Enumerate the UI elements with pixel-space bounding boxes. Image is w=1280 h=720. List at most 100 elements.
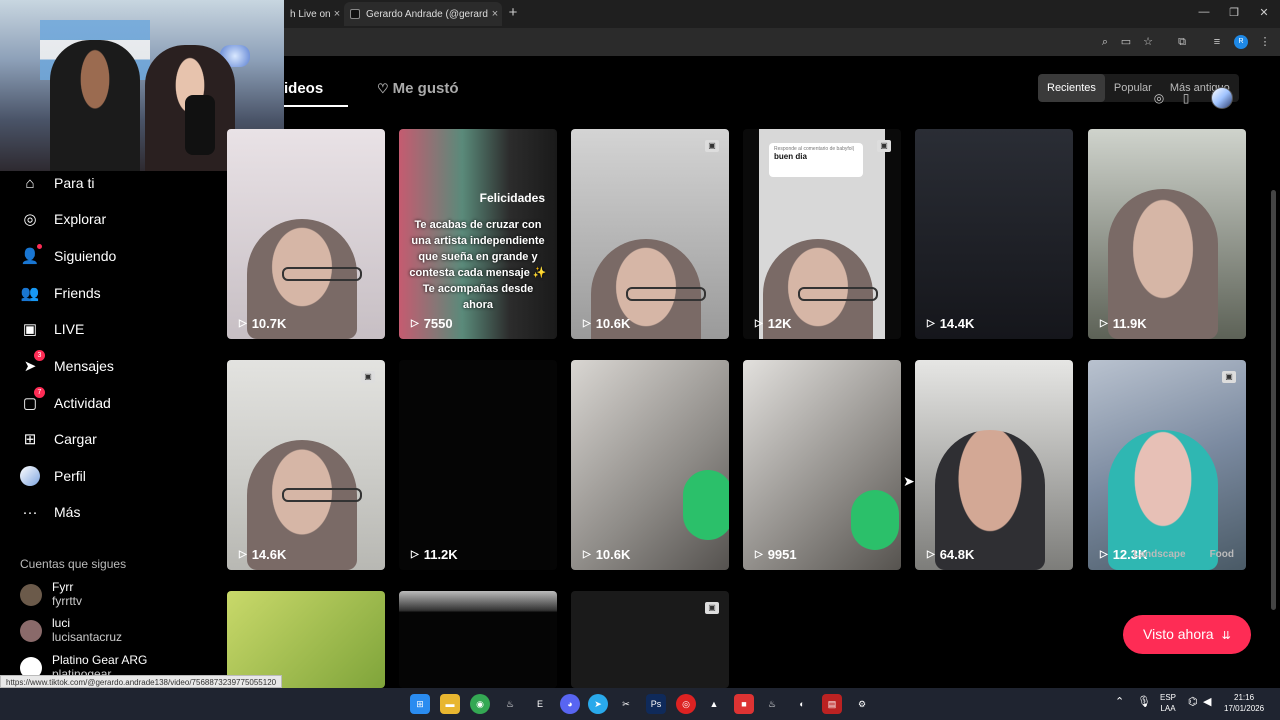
settings-gear-icon[interactable]: ⚙ [852, 694, 872, 714]
browser-menu-icon[interactable]: ⋮ [1257, 34, 1273, 50]
steam-icon[interactable]: ♨ [500, 694, 520, 714]
sidebar-item-perfil[interactable]: Perfil [20, 464, 86, 488]
sidebar-item-friends[interactable]: 👥 Friends [20, 281, 101, 305]
browser-profile-icon[interactable]: R [1234, 35, 1248, 49]
sidebar-item-actividad[interactable]: ▢ 7 Actividad [20, 387, 111, 415]
minimize-button[interactable]: — [1196, 6, 1212, 18]
video-thumbnail[interactable]: ▣ [571, 591, 729, 688]
close-tab-icon[interactable]: × [488, 8, 502, 20]
tray-chevron-icon[interactable]: ⌃ [1115, 697, 1124, 708]
file-explorer-icon[interactable]: ▬ [440, 694, 460, 714]
phone-icon[interactable]: ▯ [1175, 87, 1197, 109]
video-thumbnail[interactable]: ▣ ▷ 12.3K Landscape Food [1088, 360, 1246, 570]
video-thumbnail[interactable] [399, 591, 557, 688]
zoom-icon[interactable]: ⌕ [1097, 34, 1113, 50]
friends-icon: 👥 [20, 285, 40, 302]
play-icon: ▷ [927, 318, 935, 329]
sidebar-item-label: Explorar [54, 211, 107, 227]
sidebar-item-para-ti[interactable]: ⌂ Para ti [20, 171, 94, 195]
video-thumbnail[interactable]: ▷ 11.2K [399, 360, 557, 570]
app-red-square-icon[interactable]: ■ [734, 694, 754, 714]
video-thumbnail[interactable] [227, 591, 385, 688]
video-thumbnail[interactable]: Responde al comentario de babyfol| buen d… [743, 129, 901, 339]
photo-icon: ▣ [705, 140, 719, 152]
video-thumbnail[interactable]: ▷ 10.7K [227, 129, 385, 339]
app-red-icon[interactable]: ◎ [676, 694, 696, 714]
view-count-label: 11.9K [1112, 316, 1147, 331]
user-avatar[interactable] [1211, 87, 1233, 109]
sidebar-item-live[interactable]: ▣ LIVE [20, 317, 84, 341]
browser-tab[interactable]: h Live on × [284, 2, 344, 26]
top-right-icons: ◎ ▯ [1148, 87, 1233, 109]
activity-icon: ▢ 7 [20, 387, 45, 413]
new-tab-button[interactable]: + [505, 5, 521, 21]
video-thumbnail[interactable]: Felicidades Te acabas de cruzar con una … [399, 129, 557, 339]
browser-tab-active[interactable]: Gerardo Andrade (@gerardo.an × [344, 2, 502, 26]
coins-icon[interactable]: ◎ [1148, 87, 1170, 109]
language-indicator[interactable]: ESP LAA [1160, 692, 1176, 714]
clock[interactable]: 21:16 17/01/2026 [1224, 692, 1264, 714]
app-banner-icon[interactable]: ▤ [822, 694, 842, 714]
upload-icon: ⊞ [23, 431, 37, 448]
video-thumbnail[interactable]: ▣ ▷ 10.6K [571, 129, 729, 339]
media-icon[interactable]: ≡ [1209, 34, 1225, 50]
tiktok-favicon-icon [350, 9, 360, 19]
close-window-button[interactable]: ✕ [1256, 6, 1272, 19]
page-scrollbar[interactable] [1271, 190, 1276, 610]
view-count-label: 14.6K [251, 547, 287, 562]
start-icon[interactable]: ⊞ [410, 694, 430, 714]
activity-badge: 7 [34, 387, 45, 398]
sidebar-item-label: Actividad [54, 395, 111, 411]
maximize-button[interactable]: ❐ [1226, 6, 1242, 19]
obs-icon[interactable]: ◐ [792, 694, 812, 714]
cast-icon[interactable]: ▭ [1118, 34, 1134, 50]
view-count: ▷ 14.4K [927, 316, 974, 331]
chrome-icon[interactable]: ◉ [470, 694, 490, 714]
play-icon: ▷ [755, 318, 763, 329]
photoshop-icon[interactable]: Ps [646, 694, 666, 714]
followed-account[interactable]: Fyrr fyrrttv [20, 580, 82, 608]
volume-icon[interactable]: ◀ [1203, 697, 1211, 708]
sidebar-item-cargar[interactable]: ⊞ Cargar [20, 427, 97, 451]
app-dark-icon[interactable]: ▲ [704, 694, 724, 714]
sort-recent-button[interactable]: Recientes [1038, 74, 1105, 102]
video-thumbnail[interactable]: ▷ 64.8K [915, 360, 1073, 570]
view-count-label: 14.4K [939, 316, 975, 331]
keyboard-layout: LAA [1160, 704, 1176, 713]
more-icon: ··· [22, 503, 38, 521]
view-count-label: 9951 [767, 547, 797, 562]
messages-icon: ➤ 3 [20, 350, 45, 376]
play-icon: ▷ [583, 318, 591, 329]
home-icon: ⌂ [25, 174, 35, 192]
sidebar-item-mensajes[interactable]: ➤ 3 Mensajes [20, 350, 114, 378]
sidebar-item-siguiendo[interactable]: 👤 Siguiendo [20, 244, 116, 268]
sidebar-item-label: Para ti [54, 175, 95, 191]
sidebar-item-label: Mensajes [54, 358, 114, 374]
video-caption-title: Felicidades [479, 191, 545, 205]
video-thumbnail[interactable]: ▣ ▷ 14.6K [227, 360, 385, 570]
clock-date: 17/01/2026 [1224, 704, 1265, 713]
visto-ahora-button[interactable]: Visto ahora ⇊ [1123, 615, 1251, 654]
steam-alt-icon[interactable]: ♨ [762, 694, 782, 714]
epic-games-icon[interactable]: E [530, 694, 550, 714]
play-icon: ▷ [411, 549, 419, 560]
video-thumbnail[interactable]: ▷ 14.4K [915, 129, 1073, 339]
video-thumbnail[interactable]: ▷ 10.6K [571, 360, 729, 570]
tab-videos[interactable]: ideos [284, 80, 323, 97]
network-icon[interactable]: ⌬ [1188, 697, 1198, 708]
telegram-icon[interactable]: ➤ [588, 694, 608, 714]
close-tab-icon[interactable]: × [330, 8, 344, 20]
sidebar-item-explorar[interactable]: ◎ Explorar [20, 207, 106, 231]
sidebar-item-mas[interactable]: ··· Más [20, 500, 81, 524]
extensions-icon[interactable]: ⧉ [1174, 34, 1190, 50]
tab-liked[interactable]: ♡ Me gustó [377, 80, 459, 97]
microphone-icon[interactable]: 🎙 [1137, 697, 1151, 708]
following-icon: 👤 [20, 244, 42, 266]
capcut-icon[interactable]: ✂ [616, 694, 636, 714]
view-count: ▷ 11.9K [1100, 316, 1147, 331]
bookmark-star-icon[interactable]: ☆ [1140, 34, 1156, 50]
followed-account[interactable]: luci lucisantacruz [20, 616, 122, 644]
discord-icon[interactable]: ◕ [560, 694, 580, 714]
video-thumbnail[interactable]: ▷ 11.9K [1088, 129, 1246, 339]
video-thumbnail[interactable]: ▷ 9951 [743, 360, 901, 570]
